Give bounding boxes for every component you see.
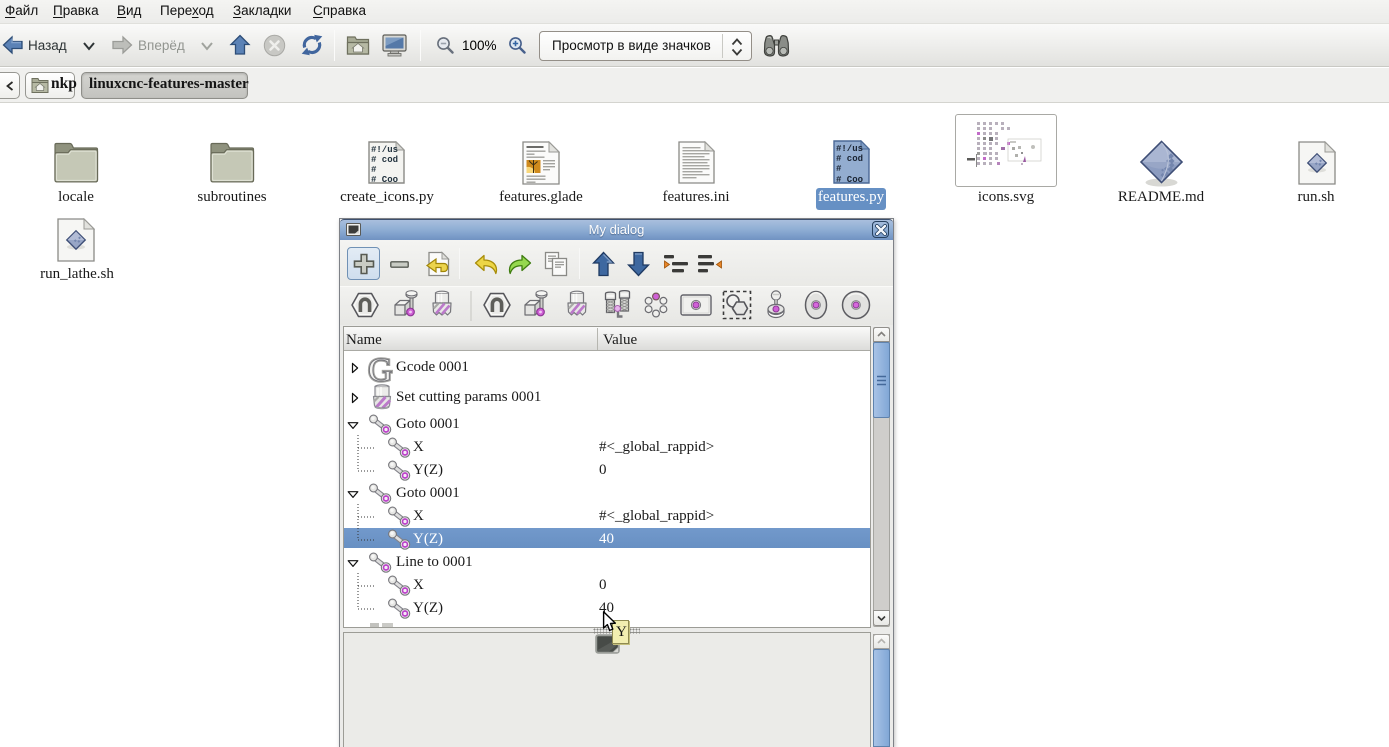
svg-text:# Coo: # Coo [836,175,863,184]
svg-text:# cod: # cod [371,155,398,165]
svg-text:#!/us: #!/us [371,145,398,155]
svg-text:# cod: # cod [836,154,863,164]
svg-text:#!/us: #!/us [836,144,863,154]
svg-text:# Coo: # Coo [371,175,398,184]
svg-text:#: # [836,164,842,174]
svg-text:#: # [371,165,377,175]
svg-text:G: G [368,352,393,389]
